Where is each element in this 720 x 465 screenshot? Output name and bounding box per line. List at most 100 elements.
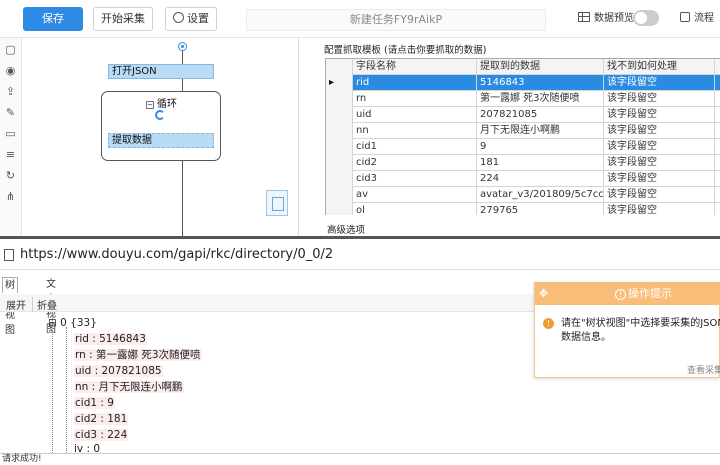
tree-item[interactable]: uid : 207821085: [74, 363, 163, 379]
fit-view-icon[interactable]: [266, 190, 288, 216]
field-value[interactable]: 279765: [477, 203, 604, 215]
col-header-handling[interactable]: 找不到如何处理: [604, 59, 715, 75]
flow-canvas[interactable]: 打开JSON − 循环 提取数据: [22, 38, 299, 236]
table-row[interactable]: cid1 9 该字段留空: [326, 139, 720, 155]
collapse-icon[interactable]: −: [146, 101, 154, 109]
extract-data-step[interactable]: 提取数据: [108, 133, 214, 148]
advanced-options-link[interactable]: 高级选项: [327, 222, 365, 236]
field-name[interactable]: nn: [353, 123, 477, 139]
move-icon[interactable]: ✥: [539, 283, 548, 305]
field-value[interactable]: avatar_v3/201809/5c7cc639...: [477, 187, 604, 203]
grid-header: 字段名称 提取到的数据 找不到如何处理: [326, 59, 720, 75]
col-header-name[interactable]: 字段名称: [353, 59, 477, 75]
col-header-extra: [715, 59, 720, 75]
table-row[interactable]: nn 月下无限连小啊鹏 该字段留空: [326, 123, 720, 139]
tab-text-view[interactable]: 文本视图: [44, 277, 58, 335]
field-handling[interactable]: 该字段留空: [604, 171, 715, 187]
open-json-step[interactable]: 打开JSON: [108, 64, 214, 79]
field-name[interactable]: rn: [353, 91, 477, 107]
table-row[interactable]: cid3 224 该字段留空: [326, 171, 720, 187]
field-handling[interactable]: 该字段留空: [604, 123, 715, 139]
field-value[interactable]: 181: [477, 155, 604, 171]
select-icon[interactable]: ▢: [4, 43, 17, 56]
field-handling[interactable]: 该字段留空: [604, 107, 715, 123]
edit-icon[interactable]: ✎: [4, 106, 17, 119]
table-row[interactable]: ol 279765 该字段留空: [326, 203, 720, 215]
popup-title-text: 操作提示: [628, 287, 672, 300]
side-toolbar: ▢ ◉ ⇪ ✎ ▭ ≡ ↻ ⋔: [0, 38, 22, 236]
info-icon: !: [615, 289, 626, 300]
loop-step[interactable]: − 循环: [101, 91, 221, 161]
field-handling[interactable]: 该字段留空: [604, 203, 715, 215]
field-handling[interactable]: 该字段留空: [604, 187, 715, 203]
comment-icon[interactable]: ▭: [4, 127, 17, 140]
start-point-icon: [178, 42, 187, 51]
flow-label: 流程: [694, 13, 714, 24]
settings-button[interactable]: 设置: [165, 7, 217, 31]
col-header-value[interactable]: 提取到的数据: [477, 59, 604, 75]
table-row[interactable]: rn 第一露娜 死3次随便喷 该字段留空: [326, 91, 720, 107]
mouse-icon[interactable]: ◉: [4, 64, 17, 77]
tree-item[interactable]: nn : 月下无限连小啊鹏: [74, 379, 184, 395]
expand-button[interactable]: 展开: [6, 297, 26, 312]
export-icon[interactable]: ⇪: [4, 85, 17, 98]
settings-label: 设置: [187, 12, 209, 25]
field-handling[interactable]: 该字段留空: [604, 91, 715, 107]
tab-tree-view[interactable]: 树状视图: [2, 277, 18, 336]
loop-label-text: 循环: [157, 99, 177, 110]
tree-root[interactable]: ⊟ 0 {33}: [48, 315, 97, 331]
branch-icon[interactable]: ⋔: [4, 190, 17, 203]
field-name[interactable]: cid1: [353, 139, 477, 155]
flowchart-icon: [680, 12, 690, 22]
field-value[interactable]: 5146843: [477, 75, 604, 91]
collapse-button[interactable]: 折叠: [32, 297, 57, 312]
tree-item[interactable]: rn : 第一露娜 死3次随便喷: [74, 347, 202, 363]
start-collect-button[interactable]: 开始采集: [93, 7, 153, 31]
gear-icon: [173, 12, 184, 23]
connector-line: [182, 79, 183, 91]
table-row[interactable]: cid2 181 该字段留空: [326, 155, 720, 171]
table-row[interactable]: uid 207821085 该字段留空: [326, 107, 720, 123]
task-name-field[interactable]: 新建任务FY9rAikP: [246, 9, 546, 31]
field-name[interactable]: uid: [353, 107, 477, 123]
field-value[interactable]: 月下无限连小啊鹏: [477, 123, 604, 139]
flow-button[interactable]: 流程: [680, 12, 714, 26]
loop-label: − 循环: [146, 95, 177, 110]
tree-item[interactable]: cid1 : 9: [74, 395, 115, 411]
data-preview-toggle[interactable]: [633, 10, 659, 26]
field-handling[interactable]: 该字段留空: [604, 155, 715, 171]
field-value[interactable]: 第一露娜 死3次随便喷: [477, 91, 604, 107]
tree-item[interactable]: cid2 : 181: [74, 411, 129, 427]
tree-guide: [66, 327, 67, 453]
field-handling[interactable]: 该字段留空: [604, 75, 715, 91]
refresh-icon: [155, 110, 165, 120]
field-value[interactable]: 224: [477, 171, 604, 187]
field-name[interactable]: rid: [353, 75, 477, 91]
splitter[interactable]: [0, 236, 720, 239]
tip-popup[interactable]: ✥ ! 操作提示 ! 请在"树状视图"中选择要采集的JSON数据信息。 查看采集: [534, 282, 720, 378]
data-preview-label: 数据预览: [594, 13, 634, 24]
field-name[interactable]: ol: [353, 203, 477, 215]
table-row[interactable]: av avatar_v3/201809/5c7cc639... 该字段留空: [326, 187, 720, 203]
field-name[interactable]: av: [353, 187, 477, 203]
list-icon[interactable]: ≡: [4, 148, 17, 161]
field-grid: 字段名称 提取到的数据 找不到如何处理 ▸ rid 5146843 该字段留空 …: [325, 58, 720, 215]
row-pointer-icon: ▸: [326, 75, 353, 91]
field-name[interactable]: cid3: [353, 171, 477, 187]
loop-icon[interactable]: ↻: [4, 169, 17, 182]
connector-line: [182, 161, 183, 236]
tree-guide: [52, 313, 53, 453]
field-handling[interactable]: 该字段留空: [604, 139, 715, 155]
field-value[interactable]: 207821085: [477, 107, 604, 123]
field-name[interactable]: cid2: [353, 155, 477, 171]
document-icon: [4, 249, 14, 261]
save-button[interactable]: 保存: [23, 7, 83, 31]
tree-item[interactable]: rid : 5146843: [74, 331, 147, 347]
popup-header[interactable]: ✥ ! 操作提示: [535, 283, 720, 305]
table-row[interactable]: ▸ rid 5146843 该字段留空: [326, 75, 720, 91]
view-collection-link[interactable]: 查看采集: [687, 363, 720, 376]
field-value[interactable]: 9: [477, 139, 604, 155]
dropdown-arrow-icon[interactable]: [715, 75, 720, 91]
collapse-icon[interactable]: ⊟: [48, 317, 57, 329]
url-text[interactable]: https://www.douyu.com/gapi/rkc/directory…: [20, 247, 333, 262]
